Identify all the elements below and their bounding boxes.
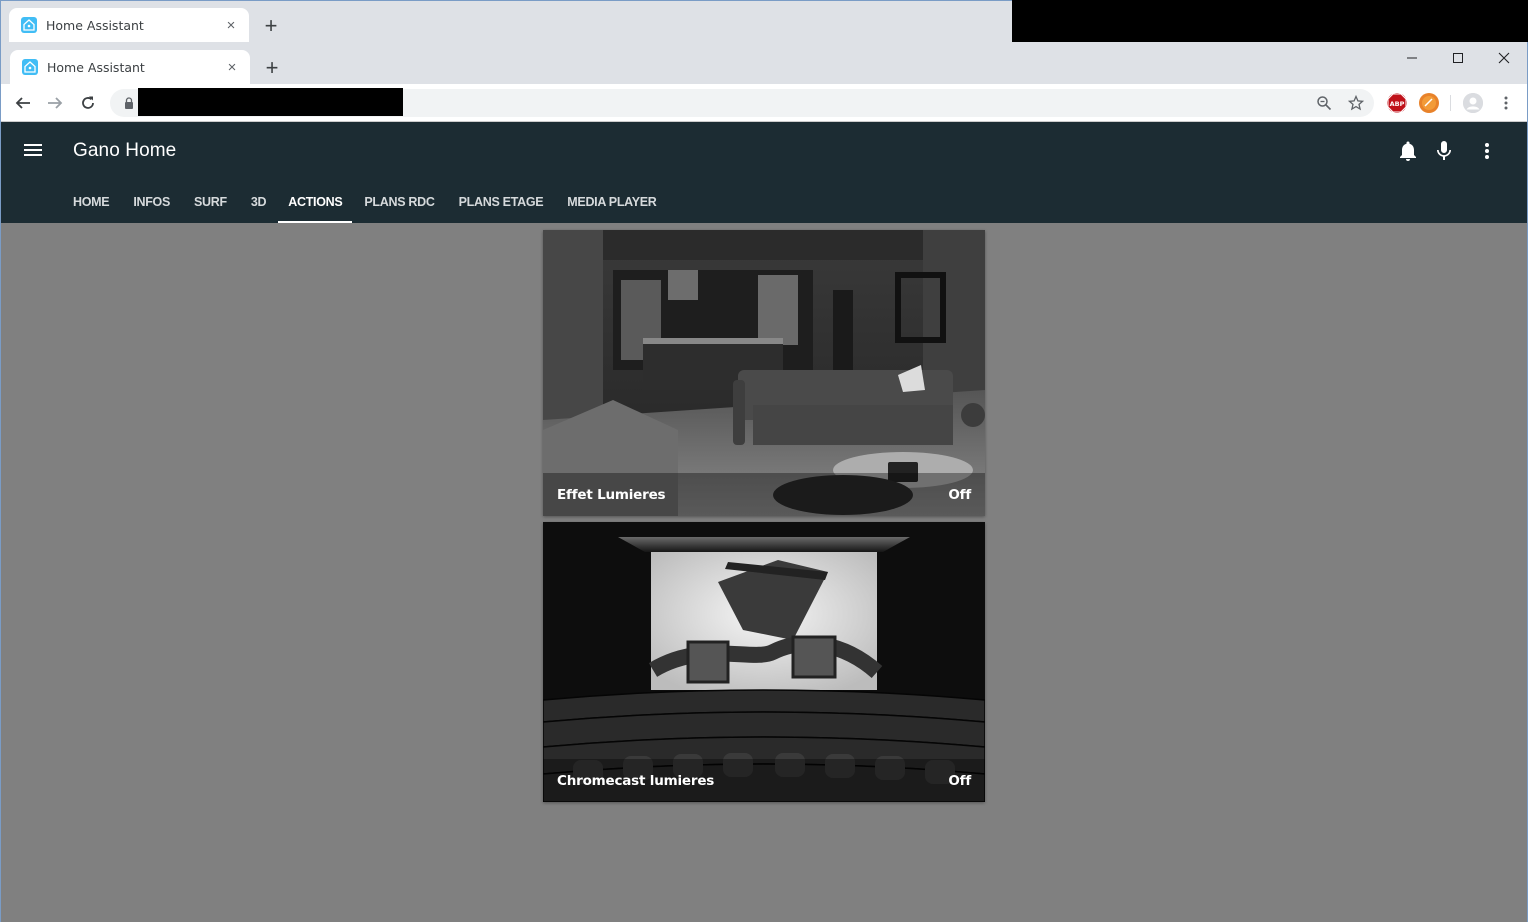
card-name: Effet Lumieres bbox=[557, 486, 666, 503]
close-icon bbox=[1498, 52, 1510, 64]
back-button[interactable] bbox=[11, 91, 35, 115]
tab-3d[interactable]: 3D bbox=[239, 180, 278, 223]
maximize-icon bbox=[1453, 53, 1463, 63]
microphone-icon[interactable] bbox=[1432, 139, 1456, 163]
tab-media-player[interactable]: MEDIA PLAYER bbox=[555, 180, 668, 223]
reload-icon bbox=[82, 96, 94, 109]
card-state: Off bbox=[948, 486, 971, 503]
tab-infos[interactable]: INFOS bbox=[121, 180, 182, 223]
menu-icon[interactable] bbox=[21, 138, 45, 162]
tab-plans-rdc[interactable]: PLANS RDC bbox=[352, 180, 446, 223]
tab-title: Home Assistant bbox=[47, 59, 145, 75]
tab-close-icon[interactable]: × bbox=[224, 59, 240, 76]
svg-text:ABP: ABP bbox=[1390, 100, 1405, 108]
zoom-icon[interactable] bbox=[1316, 95, 1332, 111]
home-assistant-favicon-icon bbox=[21, 17, 37, 33]
toolbar-divider bbox=[1450, 95, 1451, 111]
card-name: Chromecast lumieres bbox=[557, 772, 715, 789]
redacted-url bbox=[138, 88, 403, 116]
background-browser-tab[interactable]: Home Assistant × bbox=[9, 8, 249, 42]
picture-entity-card-chromecast-lumieres[interactable]: Chromecast lumieres Off bbox=[543, 522, 985, 802]
adblock-extension-icon[interactable]: ABP bbox=[1387, 93, 1407, 113]
arrow-forward-icon bbox=[48, 97, 63, 109]
card-state: Off bbox=[948, 772, 971, 789]
tab-home[interactable]: HOME bbox=[61, 180, 121, 223]
tabstrip: Home Assistant × + bbox=[1, 42, 1527, 84]
minimize-icon bbox=[1407, 57, 1417, 59]
forward-button[interactable] bbox=[43, 91, 67, 115]
card-footer: Effet Lumieres Off bbox=[543, 473, 985, 516]
profile-avatar-icon[interactable] bbox=[1463, 93, 1483, 113]
bookmark-star-icon[interactable] bbox=[1348, 95, 1364, 111]
browser-window: Home Assistant × + ABP Gano Home HOME IN… bbox=[0, 42, 1528, 922]
new-tab-button[interactable]: + bbox=[260, 55, 284, 80]
main-content: Effet Lumieres Off Chromecast lumieres O… bbox=[1, 223, 1527, 922]
minimize-button[interactable] bbox=[1389, 42, 1435, 74]
more-vert-icon bbox=[1504, 96, 1508, 110]
view-tabs: HOME INFOS SURF 3D ACTIONS PLANS RDC PLA… bbox=[61, 180, 669, 223]
close-window-button[interactable] bbox=[1481, 42, 1527, 74]
arrow-back-icon bbox=[15, 97, 30, 109]
card-footer: Chromecast lumieres Off bbox=[543, 759, 985, 802]
lock-icon bbox=[125, 97, 133, 109]
app-header: Gano Home HOME INFOS SURF 3D ACTIONS PLA… bbox=[1, 122, 1527, 223]
tab-surf[interactable]: SURF bbox=[182, 180, 239, 223]
tab-close-icon[interactable]: × bbox=[223, 17, 239, 34]
browser-tab[interactable]: Home Assistant × bbox=[10, 50, 250, 84]
tab-actions[interactable]: ACTIONS bbox=[278, 180, 353, 223]
new-tab-button[interactable]: + bbox=[259, 13, 283, 38]
maximize-button[interactable] bbox=[1435, 42, 1481, 74]
tab-plans-etage[interactable]: PLANS ETAGE bbox=[447, 180, 556, 223]
background-window-tabstrip: Home Assistant × + bbox=[0, 0, 1528, 42]
app-title: Gano Home bbox=[73, 140, 177, 161]
tab-title: Home Assistant bbox=[46, 17, 144, 33]
picture-entity-card-effet-lumieres[interactable]: Effet Lumieres Off bbox=[543, 230, 985, 516]
browser-menu-button[interactable] bbox=[1494, 91, 1518, 115]
bell-icon[interactable] bbox=[1396, 139, 1420, 163]
address-bar[interactable] bbox=[110, 88, 1374, 117]
more-vert-icon[interactable] bbox=[1475, 139, 1499, 163]
extension-icon[interactable] bbox=[1419, 93, 1439, 113]
reload-button[interactable] bbox=[76, 91, 100, 115]
home-assistant-favicon-icon bbox=[22, 59, 38, 75]
browser-toolbar: ABP bbox=[1, 84, 1527, 122]
